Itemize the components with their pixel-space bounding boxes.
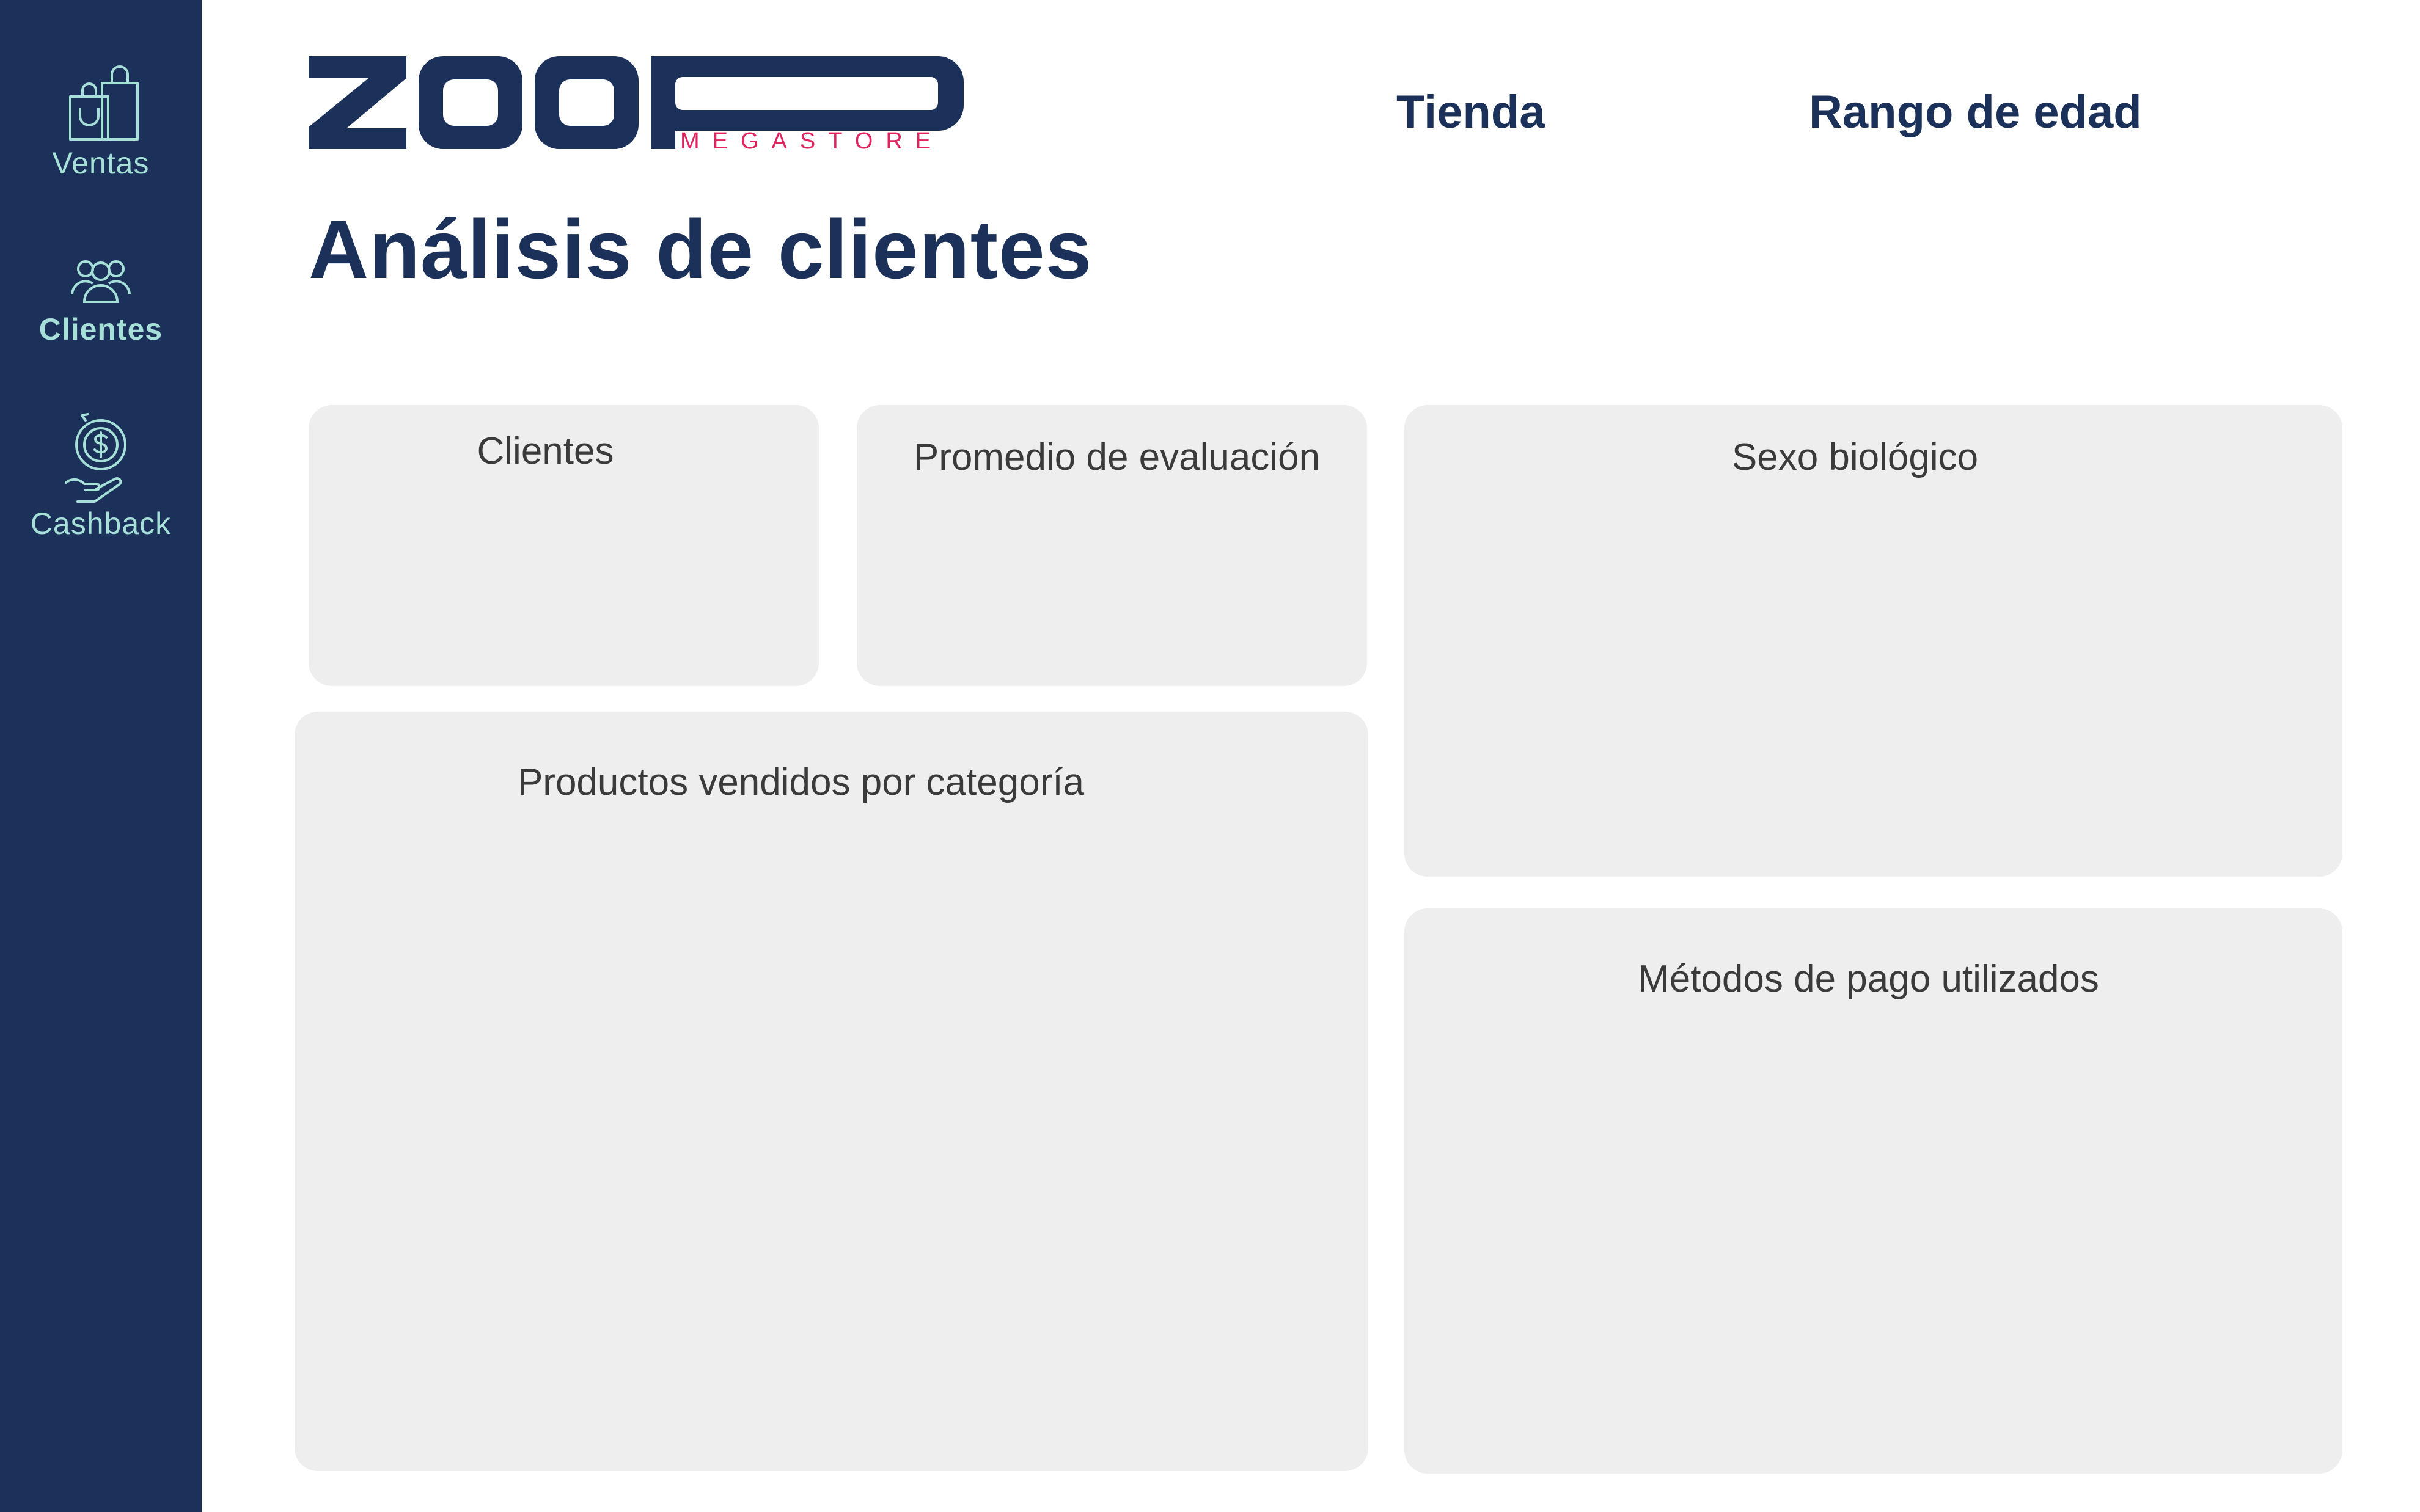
payment-methods-card: Métodos de pago utilizados xyxy=(1404,908,2342,1474)
sidebar-item-label: Cashback xyxy=(30,506,172,541)
page-title: Análisis de clientes xyxy=(309,203,1093,296)
card-title: Productos vendidos por categoría xyxy=(517,761,1085,803)
products-by-category-card: Productos vendidos por categoría xyxy=(295,712,1368,1471)
sidebar-item-clientes[interactable]: Clientes xyxy=(0,250,202,360)
sidebar-item-ventas[interactable]: Ventas xyxy=(0,61,202,189)
sidebar-item-cashback[interactable]: Cashback xyxy=(0,409,202,550)
card-title: Sexo biológico xyxy=(1731,436,1979,478)
rating-average-card: Promedio de evaluación xyxy=(857,405,1367,686)
users-group-icon xyxy=(67,257,134,305)
card-title: Clientes xyxy=(477,430,614,472)
card-title: Promedio de evaluación xyxy=(913,436,1321,478)
logo-megastore-text: MEGASTORE xyxy=(680,128,944,153)
hand-dollar-coin-icon xyxy=(61,409,141,507)
biological-sex-card: Sexo biológico xyxy=(1404,405,2342,877)
customers-card: Clientes xyxy=(309,405,819,686)
store-filter[interactable]: Tienda xyxy=(1396,86,1546,139)
age-range-filter[interactable]: Rango de edad xyxy=(1809,86,2142,139)
card-title: Métodos de pago utilizados xyxy=(1638,958,2099,1000)
shopping-bags-icon xyxy=(58,61,144,147)
dashboard-root: Ventas Clientes Cashback MEGASTORE Tiend… xyxy=(0,0,2420,1512)
sidebar-item-label: Clientes xyxy=(38,312,163,346)
brand-logo: MEGASTORE xyxy=(309,55,966,154)
sidebar: Ventas Clientes Cashback xyxy=(0,0,202,1512)
sidebar-item-label: Ventas xyxy=(52,146,150,180)
